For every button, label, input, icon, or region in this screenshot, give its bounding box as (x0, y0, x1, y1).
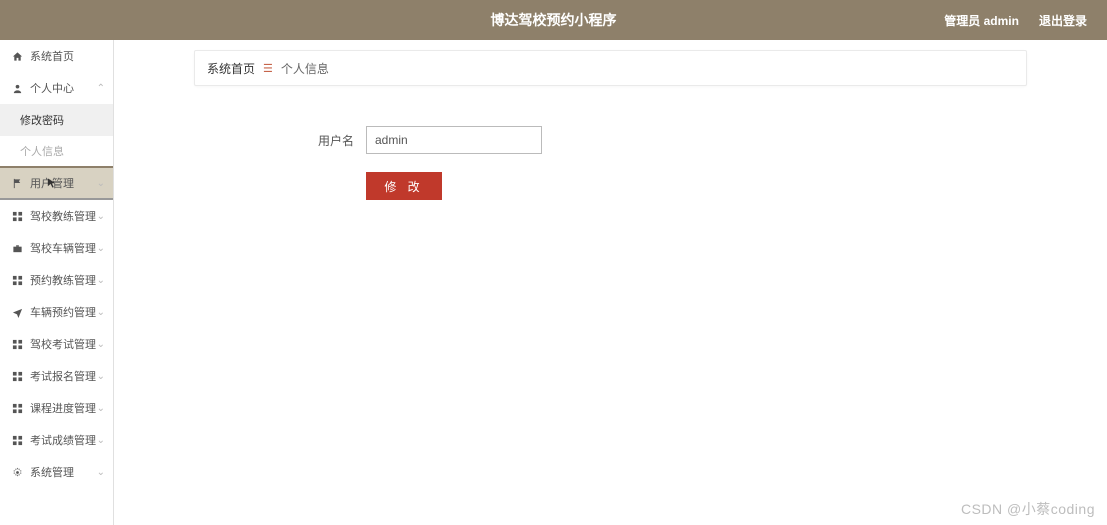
grid-icon (10, 403, 24, 414)
sidebar-item-change-password[interactable]: 修改密码 (0, 104, 113, 136)
form-area: 用户名 修 改 (294, 126, 1107, 200)
username-input[interactable] (366, 126, 542, 154)
sidebar: 系统首页 个人中心 ⌃ 修改密码 个人信息 用户管理 ⌄ (0, 40, 114, 525)
chevron-down-icon: ⌄ (97, 435, 105, 446)
chevron-down-icon: ⌄ (97, 211, 105, 222)
main-content: 系统首页 ☰ 个人信息 用户名 修 改 (114, 40, 1107, 525)
app-title: 博达驾校预约小程序 (491, 10, 617, 30)
header-right: 管理员 admin 退出登录 (944, 12, 1087, 29)
chevron-down-icon: ⌄ (97, 307, 105, 318)
sidebar-item-label: 课程进度管理 (30, 400, 96, 416)
plane-icon (10, 307, 24, 318)
form-row-username: 用户名 (294, 126, 1107, 154)
breadcrumb-current: 个人信息 (281, 60, 329, 77)
grid-icon (10, 339, 24, 350)
admin-label[interactable]: 管理员 admin (944, 12, 1019, 29)
sidebar-item-user-mgmt[interactable]: 用户管理 ⌄ (0, 168, 113, 200)
user-icon (10, 83, 24, 94)
sidebar-item-reserve-coach[interactable]: 预约教练管理 ⌄ (0, 264, 113, 296)
submenu-personal: 修改密码 个人信息 (0, 104, 113, 168)
sidebar-item-label: 驾校车辆管理 (30, 240, 96, 256)
sidebar-item-label: 个人信息 (20, 143, 64, 159)
sidebar-item-label: 驾校教练管理 (30, 208, 96, 224)
home-icon (10, 51, 24, 62)
sidebar-item-coach-mgmt[interactable]: 驾校教练管理 ⌄ (0, 200, 113, 232)
gear-icon (10, 467, 24, 478)
logout-link[interactable]: 退出登录 (1039, 12, 1087, 29)
sidebar-item-label: 车辆预约管理 (30, 304, 96, 320)
flag-icon (10, 178, 24, 189)
chevron-down-icon: ⌄ (97, 275, 105, 286)
sidebar-item-exam-mgmt[interactable]: 驾校考试管理 ⌄ (0, 328, 113, 360)
chevron-up-icon: ⌃ (97, 83, 105, 94)
chevron-down-icon: ⌄ (97, 178, 105, 189)
sidebar-item-course-mgmt[interactable]: 课程进度管理 ⌄ (0, 392, 113, 424)
cursor-icon (46, 176, 57, 193)
submit-button[interactable]: 修 改 (366, 172, 442, 200)
username-label: 用户名 (294, 132, 354, 149)
chevron-down-icon: ⌄ (97, 467, 105, 478)
chevron-down-icon: ⌄ (97, 339, 105, 350)
breadcrumb-separator-icon: ☰ (263, 62, 273, 75)
chevron-down-icon: ⌄ (97, 371, 105, 382)
sidebar-item-label: 系统首页 (30, 48, 74, 64)
app-header: 博达驾校预约小程序 管理员 admin 退出登录 (0, 0, 1107, 40)
watermark: CSDN @小蔡coding (961, 499, 1095, 519)
sidebar-item-label: 预约教练管理 (30, 272, 96, 288)
sidebar-item-label: 系统管理 (30, 464, 74, 480)
sidebar-item-label: 修改密码 (20, 112, 64, 128)
grid-icon (10, 435, 24, 446)
sidebar-item-score-mgmt[interactable]: 考试成绩管理 ⌄ (0, 424, 113, 456)
briefcase-icon (10, 243, 24, 254)
grid-icon (10, 371, 24, 382)
sidebar-item-label: 驾校考试管理 (30, 336, 96, 352)
sidebar-item-personal[interactable]: 个人中心 ⌃ (0, 72, 113, 104)
sidebar-item-label: 考试成绩管理 (30, 432, 96, 448)
sidebar-item-label: 个人中心 (30, 80, 74, 96)
sidebar-item-home[interactable]: 系统首页 (0, 40, 113, 72)
chevron-down-icon: ⌄ (97, 403, 105, 414)
breadcrumb-root[interactable]: 系统首页 (207, 60, 255, 77)
sidebar-item-label: 考试报名管理 (30, 368, 96, 384)
sidebar-item-system-mgmt[interactable]: 系统管理 ⌄ (0, 456, 113, 488)
sidebar-item-personal-info[interactable]: 个人信息 (0, 136, 113, 168)
sidebar-item-vehicle-mgmt[interactable]: 驾校车辆管理 ⌄ (0, 232, 113, 264)
sidebar-item-signup-mgmt[interactable]: 考试报名管理 ⌄ (0, 360, 113, 392)
chevron-down-icon: ⌄ (97, 243, 105, 254)
grid-icon (10, 275, 24, 286)
sidebar-item-reserve-vehicle[interactable]: 车辆预约管理 ⌄ (0, 296, 113, 328)
breadcrumb: 系统首页 ☰ 个人信息 (194, 50, 1027, 86)
grid-icon (10, 211, 24, 222)
